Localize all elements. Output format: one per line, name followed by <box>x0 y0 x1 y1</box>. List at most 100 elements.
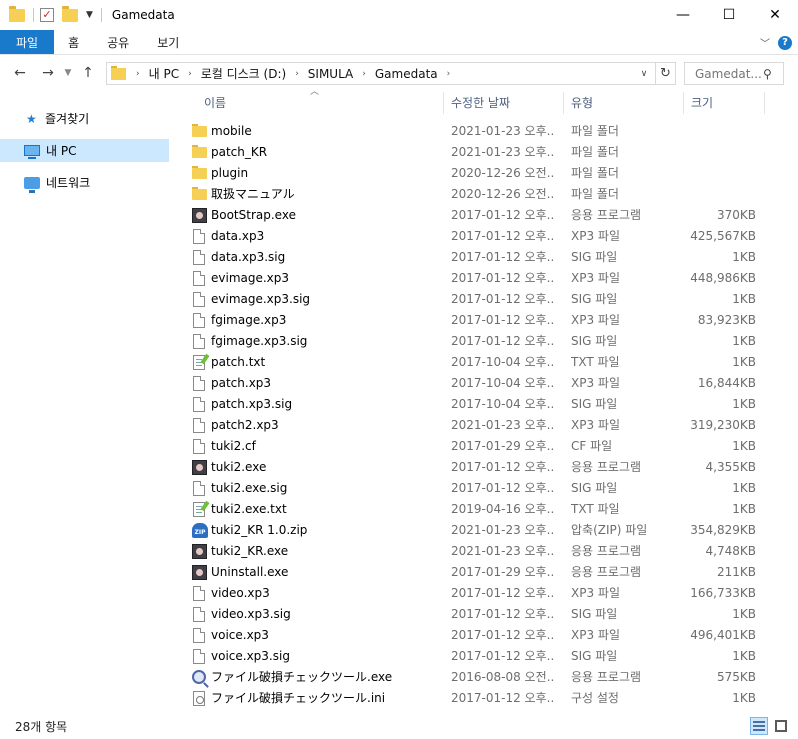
sidebar-item-this-pc[interactable]: 내 PC <box>0 139 169 162</box>
file-type: 파일 폴더 <box>571 166 619 180</box>
breadcrumb-local-disk[interactable]: 로컬 디스크 (D:) <box>201 65 286 82</box>
file-row[interactable]: voice.xp3.sig 2017-01-12 오후... SIG 파일 1KB <box>186 646 766 667</box>
file-row[interactable]: tuki2.exe.sig 2017-01-12 오후... SIG 파일 1KB <box>186 478 766 499</box>
column-header-size[interactable]: 크기 <box>691 90 713 115</box>
file-row[interactable]: patch2.xp3 2021-01-23 오후... XP3 파일 319,230K… <box>186 415 766 436</box>
chevron-right-icon[interactable]: › <box>447 69 451 79</box>
file-row[interactable]: data.xp3.sig 2017-01-12 오후... SIG 파일 1KB <box>186 247 766 268</box>
file-name: voice.xp3 <box>211 628 269 642</box>
file-name: 取扱マニュアル <box>211 187 295 201</box>
file-row[interactable]: evimage.xp3.sig 2017-01-12 오후... SIG 파일 1KB <box>186 289 766 310</box>
help-icon[interactable]: ? <box>778 35 792 50</box>
file-row[interactable]: fgimage.xp3.sig 2017-01-12 오후... SIG 파일 1KB <box>186 331 766 352</box>
file-date-modified: 2020-12-26 오전... <box>451 166 555 180</box>
file-row[interactable]: tuki2.exe 2017-01-12 오후... 응용 프로그램 4,355KB <box>186 457 766 478</box>
column-divider[interactable] <box>563 92 564 114</box>
file-name: video.xp3.sig <box>211 607 291 621</box>
tab-file[interactable]: 파일 <box>0 30 55 54</box>
column-header-date[interactable]: 수정한 날짜 <box>451 90 510 115</box>
tab-home[interactable]: 홈 <box>54 30 93 54</box>
large-icons-view-button[interactable] <box>772 717 790 735</box>
chevron-right-icon[interactable]: › <box>136 69 140 79</box>
address-bar[interactable]: › 내 PC › 로컬 디스크 (D:) › SIMULA › Gamedata… <box>106 62 676 85</box>
file-row[interactable]: data.xp3 2017-01-12 오후... XP3 파일 425,567KB <box>186 226 766 247</box>
customize-toolbar-dropdown-icon[interactable]: ▼ <box>86 10 93 20</box>
breadcrumb-simula[interactable]: SIMULA <box>308 67 353 81</box>
file-row[interactable]: patch.xp3.sig 2017-10-04 오후... SIG 파일 1KB <box>186 394 766 415</box>
file-row[interactable]: fgimage.xp3 2017-01-12 오후... XP3 파일 83,923K… <box>186 310 766 331</box>
file-row[interactable]: 取扱マニュアル 2020-12-26 오전... 파일 폴더 <box>186 184 766 205</box>
file-row[interactable]: voice.xp3 2017-01-12 오후... XP3 파일 496,401KB <box>186 625 766 646</box>
file-date-modified: 2017-01-12 오후... <box>451 586 555 600</box>
chevron-right-icon[interactable]: › <box>188 69 192 79</box>
address-history-dropdown-icon[interactable]: ∨ <box>635 63 653 84</box>
column-divider[interactable] <box>764 92 765 114</box>
column-header-type[interactable]: 유형 <box>571 90 593 115</box>
column-header-name[interactable]: 이름 <box>204 90 226 115</box>
file-row[interactable]: mobile 2021-01-23 오후... 파일 폴더 <box>186 121 766 142</box>
file-size: 1KB <box>732 250 756 264</box>
search-input[interactable] <box>695 66 761 81</box>
zip-icon: ZIP <box>192 523 208 538</box>
sidebar-item-quick-access[interactable]: ★ 즐겨찾기 <box>0 107 169 130</box>
file-row[interactable]: Uninstall.exe 2017-01-29 오후... 응용 프로그램 211K… <box>186 562 766 583</box>
file-row[interactable]: ZIP tuki2_KR 1.0.zip 2021-01-23 오후... 압축(ZI… <box>186 520 766 541</box>
file-size: 1KB <box>732 691 756 705</box>
forward-arrow-icon[interactable]: → <box>36 61 60 85</box>
file-row[interactable]: tuki2.exe.txt 2019-04-16 오후... TXT 파일 1KB <box>186 499 766 520</box>
file-size: 211KB <box>716 565 756 579</box>
breadcrumb-gamedata[interactable]: Gamedata <box>375 67 438 81</box>
column-divider[interactable] <box>683 92 684 114</box>
status-bar: 28개 항목 <box>0 714 798 739</box>
file-row[interactable]: patch_KR 2021-01-23 오후... 파일 폴더 <box>186 142 766 163</box>
ribbon-tabs: 파일 홈 공유 보기 ﹀ ? <box>0 30 798 55</box>
file-row[interactable]: patch.txt 2017-10-04 오후... TXT 파일 1KB <box>186 352 766 373</box>
chevron-right-icon[interactable]: › <box>362 69 366 79</box>
chevron-right-icon[interactable]: › <box>295 69 299 79</box>
breadcrumb-this-pc[interactable]: 내 PC <box>149 65 179 82</box>
file-row[interactable]: ファイル破損チェックツール.ini 2017-01-12 오후... 구성 설정 1K… <box>186 688 766 709</box>
properties-icon[interactable]: ✓ <box>40 8 54 22</box>
app-icon <box>192 565 207 580</box>
search-box[interactable]: ⚲ <box>684 62 784 85</box>
tab-view[interactable]: 보기 <box>143 30 193 54</box>
file-size: 1KB <box>732 292 756 306</box>
file-row[interactable]: video.xp3 2017-01-12 오후... XP3 파일 166,733KB <box>186 583 766 604</box>
details-view-button[interactable] <box>750 717 768 735</box>
file-type: XP3 파일 <box>571 586 620 600</box>
back-arrow-icon[interactable]: ← <box>8 61 32 85</box>
file-row[interactable]: tuki2.cf 2017-01-29 오후... CF 파일 1KB <box>186 436 766 457</box>
file-row[interactable]: patch.xp3 2017-10-04 오후... XP3 파일 16,844KB <box>186 373 766 394</box>
up-arrow-icon[interactable]: ↑ <box>76 61 100 85</box>
file-row[interactable]: evimage.xp3 2017-01-12 오후... XP3 파일 448,986… <box>186 268 766 289</box>
file-size: 1KB <box>732 439 756 453</box>
file-row[interactable]: plugin 2020-12-26 오전... 파일 폴더 <box>186 163 766 184</box>
file-name: evimage.xp3 <box>211 271 290 285</box>
sidebar-item-network[interactable]: 네트워크 <box>0 171 169 194</box>
file-type: XP3 파일 <box>571 271 620 285</box>
file-date-modified: 2017-01-12 오후... <box>451 271 555 285</box>
maximize-button[interactable]: ☐ <box>706 0 752 30</box>
column-divider[interactable] <box>443 92 444 114</box>
file-row[interactable]: video.xp3.sig 2017-01-12 오후... SIG 파일 1KB <box>186 604 766 625</box>
file-name: voice.xp3.sig <box>211 649 290 663</box>
folder-icon <box>111 65 126 80</box>
file-row[interactable]: tuki2_KR.exe 2021-01-23 오후... 응용 프로그램 4,748… <box>186 541 766 562</box>
tab-share[interactable]: 공유 <box>93 30 143 54</box>
file-type: 응용 프로그램 <box>571 460 642 474</box>
folder-icon <box>192 187 207 200</box>
recent-locations-chevron-icon[interactable]: ▼ <box>60 61 76 85</box>
file-row[interactable]: ファイル破損チェックツール.exe 2016-08-08 오전... 응용 프로그램… <box>186 667 766 688</box>
close-button[interactable]: ✕ <box>752 0 798 30</box>
minimize-button[interactable]: — <box>660 0 706 30</box>
expand-ribbon-icon[interactable]: ﹀ <box>760 35 770 50</box>
refresh-icon[interactable]: ↻ <box>655 63 675 84</box>
file-icon <box>193 229 205 244</box>
search-icon[interactable]: ⚲ <box>763 67 772 81</box>
new-folder-icon[interactable] <box>62 5 78 22</box>
text-file-icon <box>193 502 205 517</box>
file-type: SIG 파일 <box>571 292 618 306</box>
file-row[interactable]: BootStrap.exe 2017-01-12 오후... 응용 프로그램 370K… <box>186 205 766 226</box>
file-name: tuki2_KR 1.0.zip <box>211 523 308 537</box>
view-switcher <box>750 717 790 735</box>
